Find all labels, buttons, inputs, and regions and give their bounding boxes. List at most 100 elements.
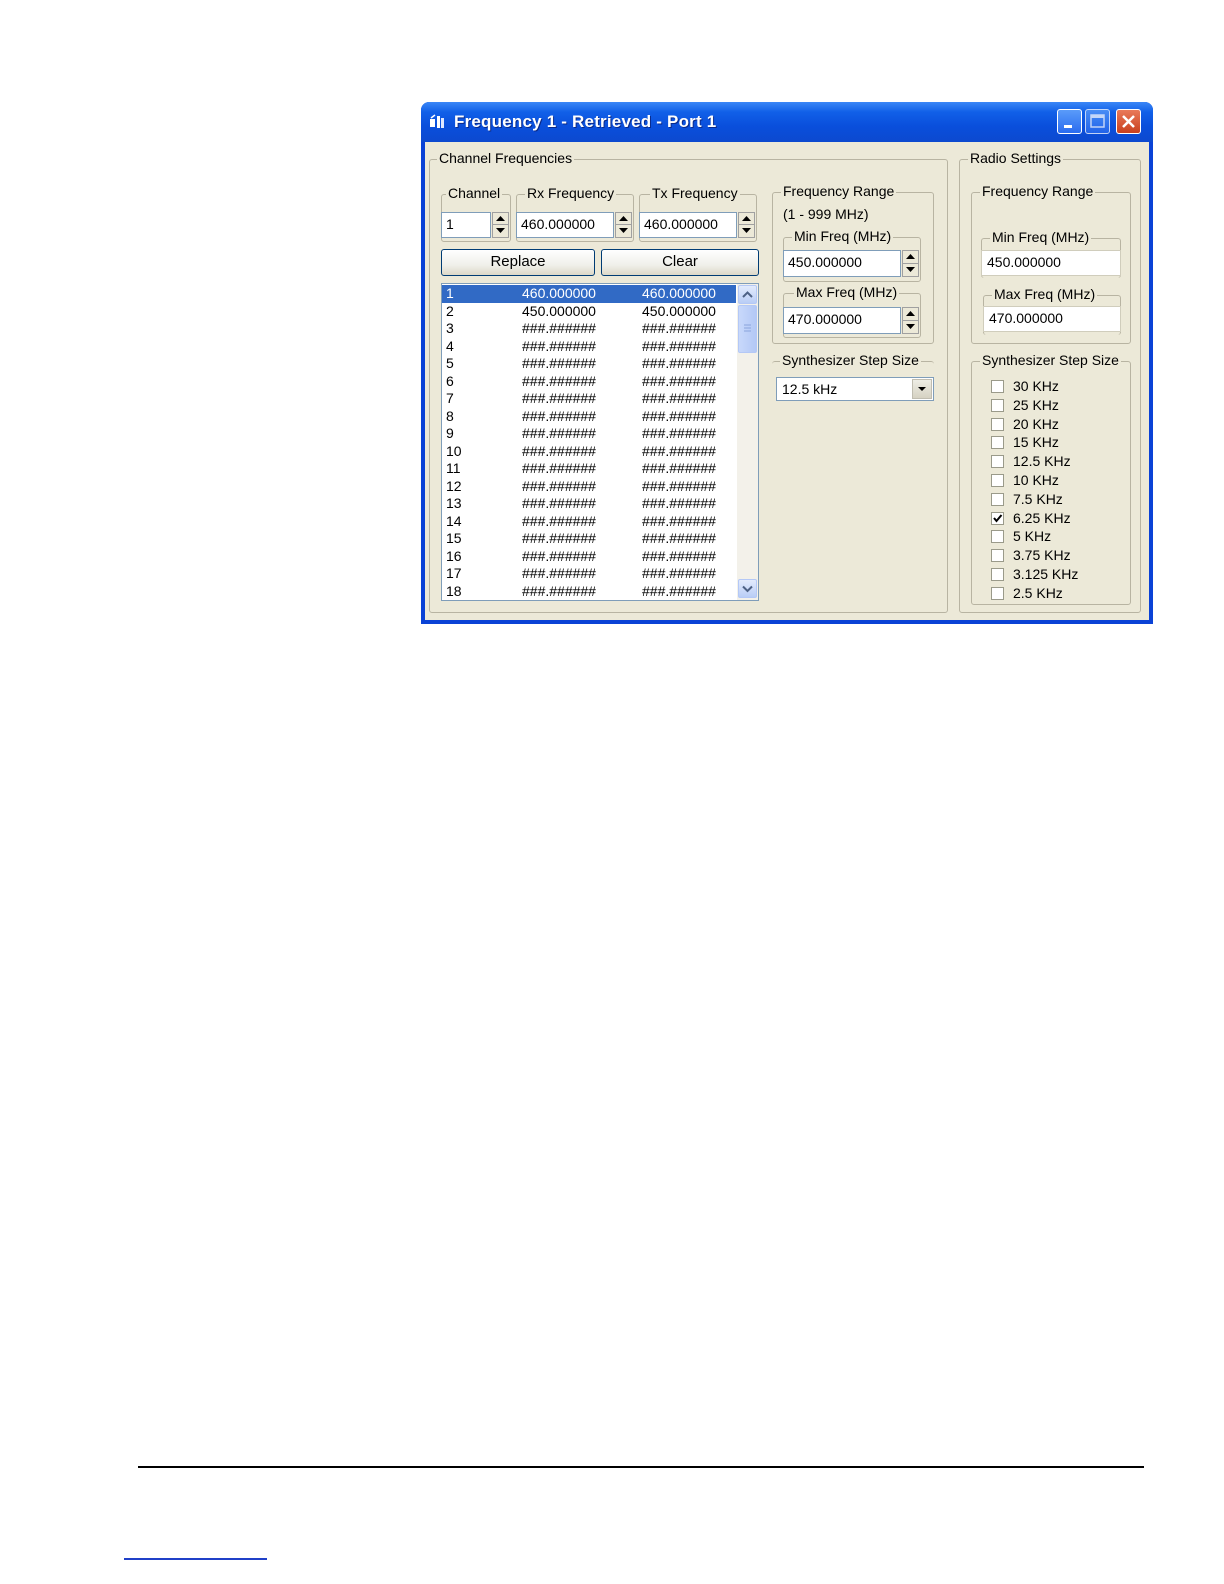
channel-list-row[interactable]: 8 ###.###### ###.###### — [442, 408, 736, 426]
channel-list-row[interactable]: 11 ###.###### ###.###### — [442, 460, 736, 478]
row-tx-frequency: 450.000000 — [642, 302, 716, 319]
arrow-up-icon — [496, 216, 505, 221]
max-freq-label: Max Freq (MHz) — [794, 284, 900, 300]
row-rx-frequency: ###.###### — [522, 460, 596, 476]
row-tx-frequency: ###.###### — [642, 425, 716, 441]
max-freq-spin-up[interactable] — [903, 308, 918, 321]
channel-list-row[interactable]: 14 ###.###### ###.###### — [442, 513, 736, 531]
synth-step-dropdown[interactable]: 12.5 kHz — [776, 377, 934, 401]
max-freq-input[interactable]: 470.000000 — [783, 307, 901, 334]
scroll-thumb[interactable] — [738, 305, 757, 353]
step-checkbox[interactable] — [991, 380, 1004, 393]
channel-list-row[interactable]: 3 ###.###### ###.###### — [442, 320, 736, 338]
footer-link-underline[interactable] — [124, 1558, 267, 1560]
step-checkbox[interactable] — [991, 398, 1004, 412]
arrow-up-icon — [906, 254, 915, 259]
rx-frequency-spinner[interactable] — [615, 212, 632, 238]
step-checkbox-label: 5 KHz — [1013, 528, 1052, 545]
row-rx-frequency: ###.###### — [522, 425, 596, 441]
minimize-icon — [1064, 125, 1072, 128]
step-checkbox[interactable] — [991, 492, 1004, 506]
step-checkbox-label: 20 KHz — [1013, 415, 1059, 432]
step-checkbox[interactable] — [991, 511, 1004, 525]
channel-list-row[interactable]: 2 450.000000 450.000000 — [442, 303, 736, 321]
row-tx-frequency: ###.###### — [642, 390, 716, 406]
min-freq-input[interactable]: 450.000000 — [783, 250, 901, 277]
channel-list-row[interactable]: 9 ###.###### ###.###### — [442, 425, 736, 443]
channel-list-row[interactable]: 17 ###.###### ###.###### — [442, 565, 736, 583]
step-checkbox-label: 7.5 KHz — [1013, 490, 1063, 507]
row-tx-frequency: ###.###### — [642, 565, 716, 581]
scroll-down-button[interactable] — [738, 579, 757, 598]
step-checkbox[interactable] — [991, 568, 1004, 581]
max-freq-spin-down[interactable] — [903, 321, 918, 334]
tx-frequency-input[interactable]: 460.000000 — [639, 212, 737, 238]
rx-spin-down[interactable] — [616, 225, 631, 237]
arrow-down-icon — [619, 228, 628, 233]
row-tx-frequency: 460.000000 — [642, 285, 716, 301]
row-tx-frequency: ###.###### — [642, 530, 716, 546]
row-rx-frequency: ###.###### — [522, 530, 596, 546]
channel-list-row[interactable]: 1 460.000000 460.000000 — [442, 285, 736, 303]
radio-synth-step-label: Synthesizer Step Size — [980, 352, 1121, 368]
channel-list[interactable]: 1 460.000000 460.000000 2 450.000000 450.0000… — [441, 283, 759, 601]
close-button[interactable] — [1116, 109, 1141, 134]
title-bar[interactable]: Frequency 1 - Retrieved - Port 1 — [421, 102, 1153, 142]
channel-list-row[interactable]: 15 ###.###### ###.###### — [442, 530, 736, 548]
row-tx-frequency: ###.###### — [642, 512, 716, 529]
step-checkbox[interactable] — [991, 436, 1004, 450]
channel-list-row[interactable]: 10 ###.###### ###.###### — [442, 443, 736, 461]
channel-input[interactable]: 1 — [441, 212, 491, 238]
min-freq-spin-up[interactable] — [903, 251, 918, 264]
rx-frequency-input[interactable]: 460.000000 — [516, 212, 614, 238]
channel-list-row[interactable]: 7 ###.###### ###.###### — [442, 390, 736, 408]
scroll-up-button[interactable] — [738, 285, 757, 304]
step-checkbox-label: 25 KHz — [1013, 396, 1059, 413]
channel-list-row[interactable]: 16 ###.###### ###.###### — [442, 548, 736, 566]
min-freq-spinner[interactable] — [902, 250, 919, 277]
channel-spin-down[interactable] — [493, 225, 508, 237]
tx-spin-up[interactable] — [739, 213, 754, 225]
chevron-down-icon — [742, 585, 753, 593]
clear-button[interactable]: Clear — [601, 249, 759, 276]
row-rx-frequency: ###.###### — [522, 477, 596, 494]
row-rx-frequency: ###.###### — [522, 407, 596, 424]
row-rx-frequency: ###.###### — [522, 372, 596, 389]
tx-frequency-spinner[interactable] — [738, 212, 755, 238]
channel-spin-up[interactable] — [493, 213, 508, 225]
min-freq-spin-down[interactable] — [903, 264, 918, 277]
row-channel: 8 — [446, 407, 454, 424]
step-checkbox[interactable] — [991, 417, 1004, 431]
channel-list-scrollbar[interactable] — [737, 284, 758, 600]
step-checkbox[interactable] — [991, 586, 1004, 600]
footer-rule — [138, 1466, 1144, 1468]
rx-spin-up[interactable] — [616, 213, 631, 225]
row-rx-frequency: ###.###### — [522, 582, 596, 599]
minimize-button[interactable] — [1057, 109, 1082, 134]
replace-button[interactable]: Replace — [441, 249, 595, 276]
max-freq-spinner[interactable] — [902, 307, 919, 334]
row-tx-frequency: ###.###### — [642, 547, 716, 564]
row-rx-frequency: ###.###### — [522, 337, 596, 354]
channel-list-row[interactable]: 4 ###.###### ###.###### — [442, 338, 736, 356]
channel-list-row[interactable]: 18 ###.###### ###.###### — [442, 583, 736, 601]
dropdown-arrow-button[interactable] — [912, 379, 932, 399]
channel-list-row[interactable]: 6 ###.###### ###.###### — [442, 373, 736, 391]
row-channel: 16 — [446, 547, 462, 564]
row-channel: 3 — [446, 320, 454, 336]
row-tx-frequency: ###.###### — [642, 372, 716, 389]
step-checkbox[interactable] — [991, 530, 1004, 544]
row-tx-frequency: ###.###### — [642, 337, 716, 354]
step-checkbox[interactable] — [991, 474, 1004, 487]
row-tx-frequency: ###.###### — [642, 442, 716, 459]
channel-spinner[interactable] — [492, 212, 509, 238]
arrow-up-icon — [906, 311, 915, 316]
channel-list-row[interactable]: 12 ###.###### ###.###### — [442, 478, 736, 496]
step-checkbox[interactable] — [991, 549, 1004, 563]
channel-list-row[interactable]: 13 ###.###### ###.###### — [442, 495, 736, 513]
row-rx-frequency: ###.###### — [522, 355, 596, 371]
maximize-button[interactable] — [1085, 109, 1110, 134]
channel-list-row[interactable]: 5 ###.###### ###.###### — [442, 355, 736, 373]
tx-spin-down[interactable] — [739, 225, 754, 237]
step-checkbox[interactable] — [991, 455, 1004, 469]
